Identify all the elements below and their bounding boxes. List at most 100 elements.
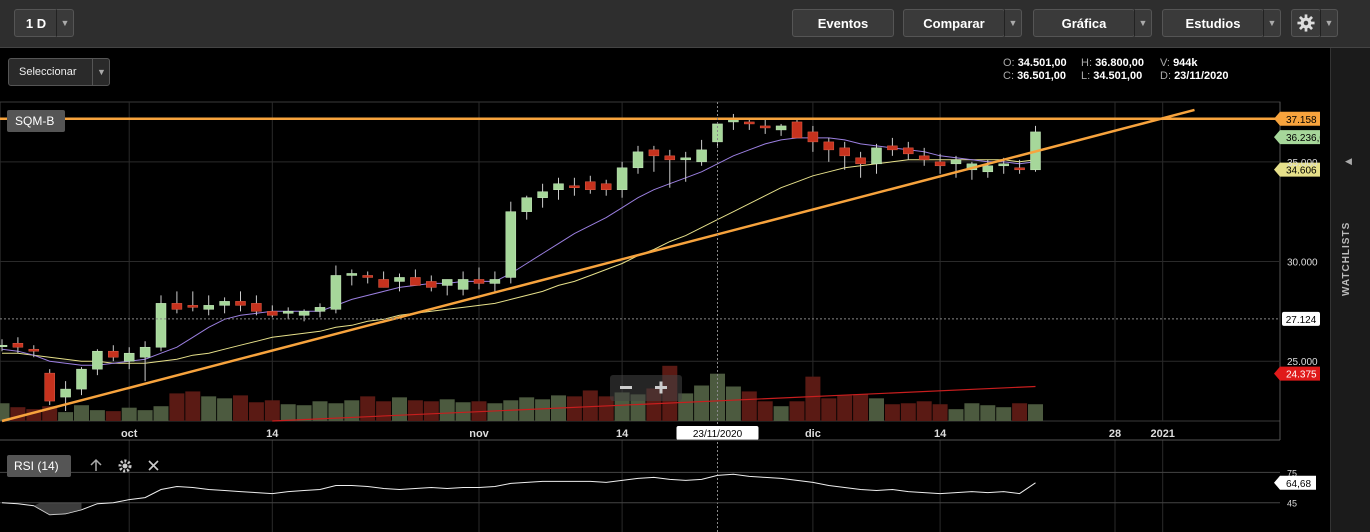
- zoom-out-icon[interactable]: [620, 386, 632, 389]
- candle-body[interactable]: [410, 277, 421, 286]
- candle-body[interactable]: [251, 303, 262, 312]
- volume-bar: [916, 401, 932, 421]
- price-tag-label: 24.375: [1286, 370, 1317, 381]
- candle-body[interactable]: [998, 163, 1009, 167]
- close-icon[interactable]: [148, 460, 159, 471]
- volume-bar: [74, 405, 89, 421]
- candle-body[interactable]: [696, 149, 707, 163]
- volume-bar: [741, 391, 757, 421]
- candle-body[interactable]: [855, 157, 866, 165]
- candle-body[interactable]: [791, 121, 803, 139]
- candle-body[interactable]: [378, 279, 389, 288]
- candle-body[interactable]: [918, 155, 930, 161]
- x-tick-label: 14: [934, 428, 947, 440]
- candle-body[interactable]: [569, 185, 580, 188]
- volume-bar: [169, 393, 185, 421]
- volume-bar: [980, 405, 996, 421]
- x-tick-label: oct: [121, 428, 138, 440]
- candle-body[interactable]: [139, 346, 151, 358]
- candle-body[interactable]: [807, 131, 819, 143]
- candle-body[interactable]: [0, 344, 8, 347]
- candle-body[interactable]: [330, 275, 342, 310]
- candle-body[interactable]: [28, 348, 40, 352]
- candle-body[interactable]: [871, 147, 882, 165]
- zoom-in-icon-vertical[interactable]: [659, 381, 663, 394]
- volume-bar: [264, 400, 280, 421]
- price-axis: 30.000 25.000 35.000: [1287, 158, 1318, 368]
- candle-body[interactable]: [441, 279, 453, 286]
- candle-body[interactable]: [298, 311, 310, 316]
- volume-bar: [821, 398, 837, 421]
- candle-body[interactable]: [235, 301, 246, 306]
- candle-body[interactable]: [76, 368, 87, 390]
- price-chart[interactable]: 23/11/202027.12437.15836.236,0034.60624.…: [0, 0, 1330, 532]
- candle-body[interactable]: [12, 342, 24, 348]
- watchlists-label: WATCHLISTS: [1341, 221, 1352, 296]
- watchlists-sidebar[interactable]: ◀ WATCHLISTS: [1330, 48, 1370, 532]
- candle-body[interactable]: [680, 157, 691, 161]
- candle-body[interactable]: [346, 273, 358, 276]
- candle-body[interactable]: [282, 311, 294, 314]
- volume-bar: [153, 406, 169, 421]
- candlesticks: [0, 113, 1041, 412]
- arrow-up-icon[interactable]: [90, 458, 102, 471]
- candle-body[interactable]: [759, 125, 771, 129]
- candle-body[interactable]: [155, 303, 167, 348]
- time-axis: oct 14 nov 14 dic 14 28 2021: [121, 428, 1175, 440]
- candle-body[interactable]: [92, 350, 103, 370]
- candle-body[interactable]: [457, 279, 469, 290]
- candle-body[interactable]: [203, 305, 214, 310]
- price-tag-label: 37.158: [1286, 115, 1317, 126]
- candle-body[interactable]: [473, 279, 485, 284]
- candle-body[interactable]: [934, 161, 946, 167]
- candle-body[interactable]: [108, 350, 119, 358]
- candle-body[interactable]: [267, 311, 278, 316]
- candle-body[interactable]: [585, 181, 596, 190]
- candle-body[interactable]: [903, 147, 914, 155]
- candle-body[interactable]: [187, 305, 199, 308]
- gear-icon-center: [122, 463, 128, 469]
- volume-bar: [725, 386, 741, 421]
- candle-body[interactable]: [521, 197, 532, 212]
- candle-body[interactable]: [394, 277, 405, 282]
- rsi-tick-label: 45: [1287, 499, 1297, 509]
- collapse-arrow-icon[interactable]: ◀: [1345, 156, 1352, 167]
- volume-bar: [757, 401, 773, 421]
- volume-bar: [233, 395, 248, 421]
- symbol-label: SQM-B: [15, 114, 54, 128]
- candle-body[interactable]: [123, 352, 135, 362]
- volume-bar: [869, 398, 884, 421]
- candle-body[interactable]: [775, 125, 787, 131]
- y-tick-label: 35.000: [1287, 158, 1318, 169]
- candle-body[interactable]: [664, 155, 676, 161]
- candle-body[interactable]: [950, 159, 962, 165]
- candle-body[interactable]: [553, 183, 564, 190]
- candle-body[interactable]: [60, 388, 71, 398]
- trend-line[interactable]: [1, 108, 1195, 423]
- candle-body[interactable]: [887, 145, 898, 151]
- candle-body[interactable]: [362, 275, 373, 278]
- candle-body[interactable]: [171, 303, 183, 310]
- candle-body[interactable]: [632, 151, 644, 169]
- rsi-oversold-fill: [33, 502, 82, 515]
- rsi-line: [1, 473, 1036, 516]
- volume-bar: [789, 401, 805, 421]
- candle-body[interactable]: [616, 167, 628, 190]
- candle-body[interactable]: [489, 279, 501, 284]
- candle-body[interactable]: [823, 141, 835, 151]
- volume-bar: [1028, 404, 1043, 421]
- candle-body[interactable]: [1014, 167, 1025, 171]
- candle-body[interactable]: [839, 147, 850, 157]
- candle-body[interactable]: [600, 183, 612, 190]
- candle-body[interactable]: [314, 307, 326, 312]
- volume-bar: [423, 401, 439, 421]
- candle-body[interactable]: [537, 191, 548, 198]
- candle-body[interactable]: [505, 211, 517, 278]
- candle-body[interactable]: [44, 372, 55, 402]
- candle-body[interactable]: [426, 281, 437, 288]
- candle-body[interactable]: [744, 121, 755, 125]
- volume-bar: [773, 406, 789, 421]
- candle-body[interactable]: [982, 165, 994, 173]
- candle-body[interactable]: [219, 301, 230, 306]
- candle-body[interactable]: [648, 149, 660, 157]
